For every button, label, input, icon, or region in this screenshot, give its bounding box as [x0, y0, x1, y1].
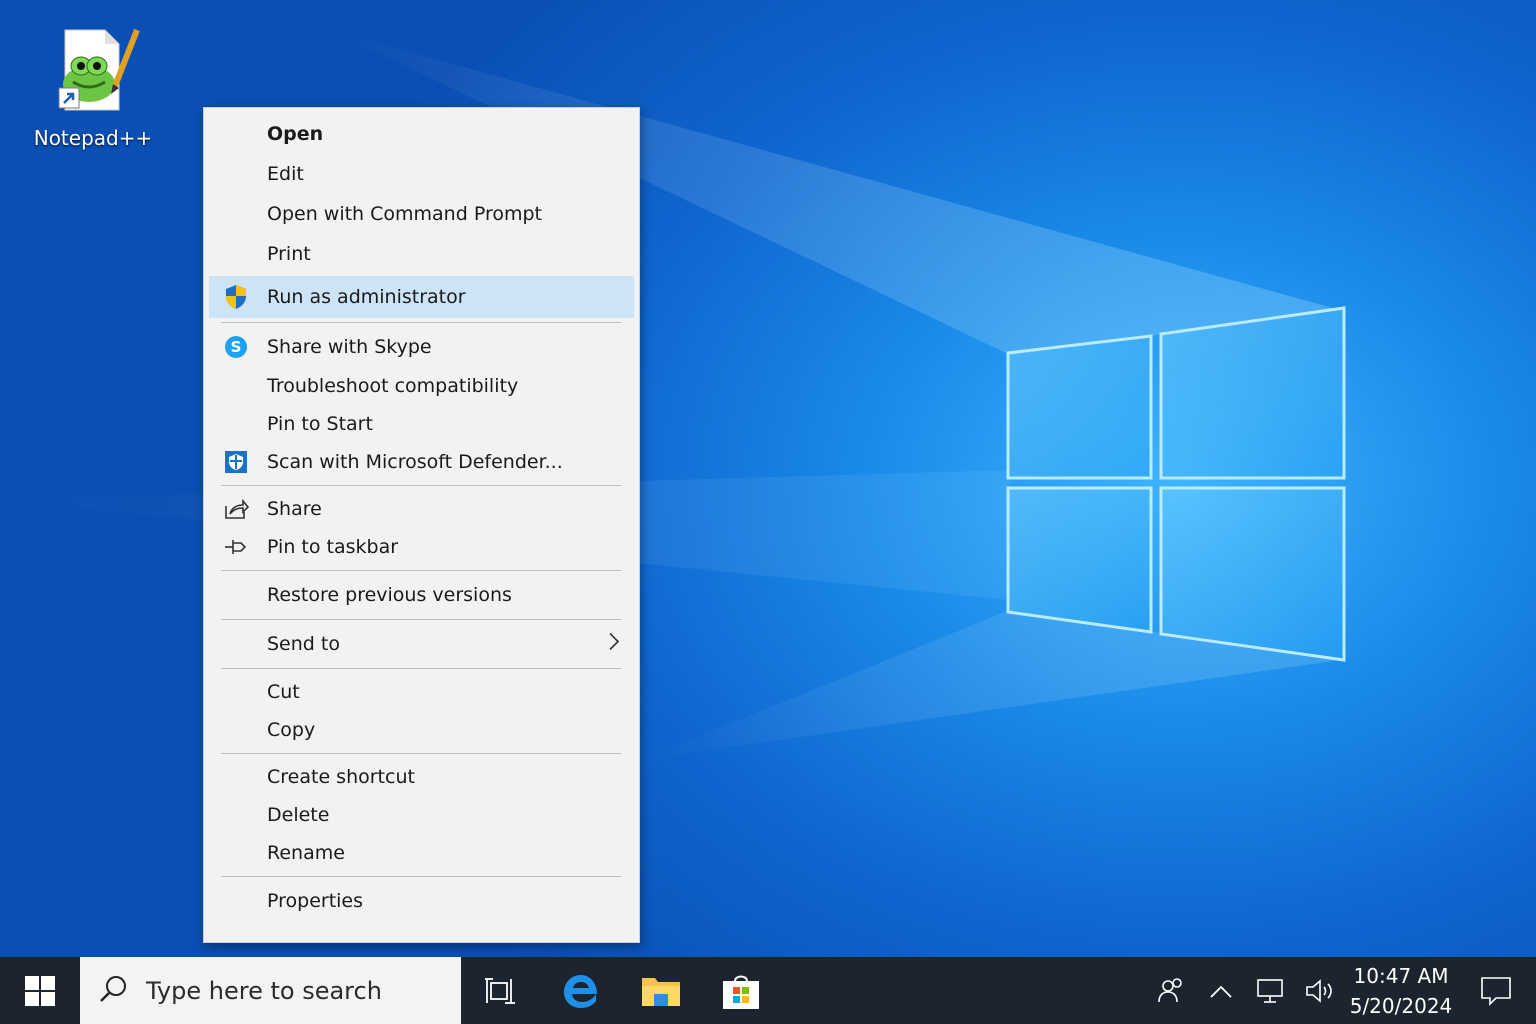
- menu-item-properties[interactable]: Properties: [209, 881, 634, 921]
- action-center-button[interactable]: [1456, 957, 1536, 1024]
- clock-time: 10:47 AM: [1353, 963, 1449, 988]
- system-tray: 10:47 AM 5/20/2024: [1146, 957, 1536, 1024]
- menu-item-print[interactable]: Print: [209, 234, 634, 274]
- menu-separator: [221, 668, 621, 669]
- menu-separator: [221, 753, 621, 754]
- svg-text:S: S: [231, 338, 242, 356]
- notepadpp-desktop-shortcut[interactable]: Notepad++: [28, 24, 158, 164]
- share-icon: [223, 496, 249, 522]
- menu-item-label: Restore previous versions: [267, 584, 512, 606]
- file-explorer-button[interactable]: [621, 957, 701, 1024]
- menu-item-pin-to-start[interactable]: Pin to Start: [209, 405, 634, 443]
- edge-icon: [564, 974, 597, 1008]
- menu-item-open-with-command-prompt[interactable]: Open with Command Prompt: [209, 194, 634, 234]
- menu-item-label: Create shortcut: [267, 766, 415, 788]
- notepadpp-label: Notepad++: [33, 126, 153, 150]
- menu-item-label: Scan with Microsoft Defender...: [267, 451, 563, 473]
- menu-item-label: Open: [267, 123, 324, 145]
- menu-item-share[interactable]: Share: [209, 490, 634, 528]
- taskbar: Type here to search 10:47 AM 5/20/2024: [0, 957, 1536, 1024]
- taskbar-search-box[interactable]: Type here to search: [80, 957, 461, 1024]
- task-view-icon: [485, 977, 515, 1004]
- menu-item-label: Send to: [267, 633, 340, 655]
- taskbar-clock[interactable]: 10:47 AM 5/20/2024: [1346, 961, 1456, 1021]
- store-icon: [723, 975, 759, 1009]
- menu-separator: [221, 619, 621, 620]
- search-placeholder: Type here to search: [146, 976, 382, 1005]
- menu-item-pin-to-taskbar[interactable]: Pin to taskbar: [209, 528, 634, 566]
- start-button[interactable]: [0, 957, 80, 1024]
- menu-item-scan-with-defender[interactable]: Scan with Microsoft Defender...: [209, 443, 634, 481]
- volume-button[interactable]: [1296, 957, 1346, 1024]
- defender-icon: [223, 449, 249, 475]
- chevron-up-icon: [1210, 985, 1232, 998]
- menu-item-label: Copy: [267, 719, 316, 741]
- menu-item-label: Share: [267, 498, 322, 520]
- menu-separator: [221, 570, 621, 571]
- menu-item-edit[interactable]: Edit: [209, 154, 634, 194]
- menu-item-restore-previous-versions[interactable]: Restore previous versions: [209, 575, 634, 615]
- menu-separator: [221, 485, 621, 486]
- context-menu: Open Edit Open with Command Prompt Print…: [203, 107, 640, 943]
- menu-item-label: Run as administrator: [267, 286, 466, 308]
- menu-item-label: Pin to taskbar: [267, 536, 399, 558]
- menu-item-label: Print: [267, 243, 311, 265]
- shield-icon: [223, 284, 249, 310]
- menu-item-label: Rename: [267, 842, 345, 864]
- menu-item-share-with-skype[interactable]: S Share with Skype: [209, 327, 634, 367]
- show-hidden-icons-button[interactable]: [1196, 957, 1246, 1024]
- menu-item-rename[interactable]: Rename: [209, 834, 634, 872]
- search-icon: [98, 974, 128, 1008]
- volume-icon: [1306, 978, 1332, 1003]
- menu-item-label: Share with Skype: [267, 336, 432, 358]
- microsoft-store-button[interactable]: [701, 957, 781, 1024]
- task-view-button[interactable]: [461, 957, 541, 1024]
- menu-item-label: Cut: [267, 681, 300, 703]
- clock-date: 5/20/2024: [1349, 993, 1453, 1018]
- chevron-right-icon: [608, 632, 620, 657]
- menu-separator: [221, 322, 621, 323]
- edge-button[interactable]: [541, 957, 621, 1024]
- menu-item-run-as-administrator[interactable]: Run as administrator: [209, 276, 634, 318]
- network-button[interactable]: [1246, 957, 1296, 1024]
- network-icon: [1257, 978, 1283, 1003]
- menu-item-copy[interactable]: Copy: [209, 711, 634, 749]
- people-button[interactable]: [1146, 957, 1196, 1024]
- menu-item-label: Pin to Start: [267, 413, 373, 435]
- menu-item-label: Troubleshoot compatibility: [267, 375, 519, 397]
- pin-icon: [223, 534, 249, 560]
- people-icon: [1158, 977, 1182, 1002]
- menu-item-delete[interactable]: Delete: [209, 796, 634, 834]
- menu-item-send-to[interactable]: Send to: [209, 624, 634, 664]
- windows-start-icon: [25, 975, 55, 1006]
- notification-icon: [1481, 976, 1511, 1006]
- menu-item-label: Delete: [267, 804, 330, 826]
- menu-item-cut[interactable]: Cut: [209, 673, 634, 711]
- menu-separator: [221, 876, 621, 877]
- file-explorer-icon: [642, 977, 680, 1006]
- menu-item-create-shortcut[interactable]: Create shortcut: [209, 758, 634, 796]
- menu-item-label: Properties: [267, 890, 364, 912]
- menu-item-open[interactable]: Open: [209, 114, 634, 154]
- menu-item-label: Open with Command Prompt: [267, 203, 542, 225]
- notepadpp-icon: [43, 24, 143, 120]
- skype-icon: S: [223, 334, 249, 360]
- menu-item-label: Edit: [267, 163, 304, 185]
- menu-item-troubleshoot-compatibility[interactable]: Troubleshoot compatibility: [209, 367, 634, 405]
- windows-wallpaper-logo: [1006, 306, 1346, 662]
